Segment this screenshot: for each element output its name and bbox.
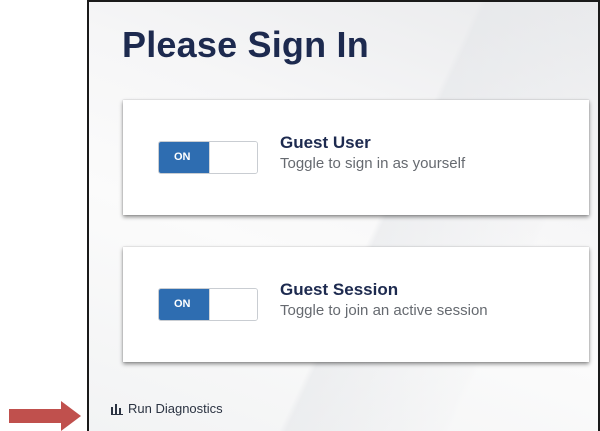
run-diagnostics-label: Run Diagnostics [128,401,223,416]
guest-user-description: Toggle to sign in as yourself [280,155,466,172]
arrow-right-icon [9,401,81,431]
screen: Please Sign In ON Guest User Toggle to s… [0,0,600,431]
guest-session-description: Toggle to join an active session [280,302,488,319]
sign-in-panel: Please Sign In ON Guest User Toggle to s… [87,0,600,431]
toggle-handle [209,142,257,173]
page-title: Please Sign In [122,24,369,65]
guest-user-card: ON Guest User Toggle to sign in as yours… [123,100,589,215]
guest-user-title: Guest User [280,133,371,152]
guest-session-toggle[interactable]: ON [158,288,258,321]
toggle-handle [209,289,257,320]
toggle-on-label: ON [159,142,209,173]
guest-session-card: ON Guest Session Toggle to join an activ… [123,247,589,362]
guest-user-toggle[interactable]: ON [158,141,258,174]
run-diagnostics-link[interactable]: Run Diagnostics [111,401,223,416]
guest-session-title: Guest Session [280,280,399,299]
bar-chart-icon [111,404,123,415]
toggle-on-label: ON [159,289,209,320]
